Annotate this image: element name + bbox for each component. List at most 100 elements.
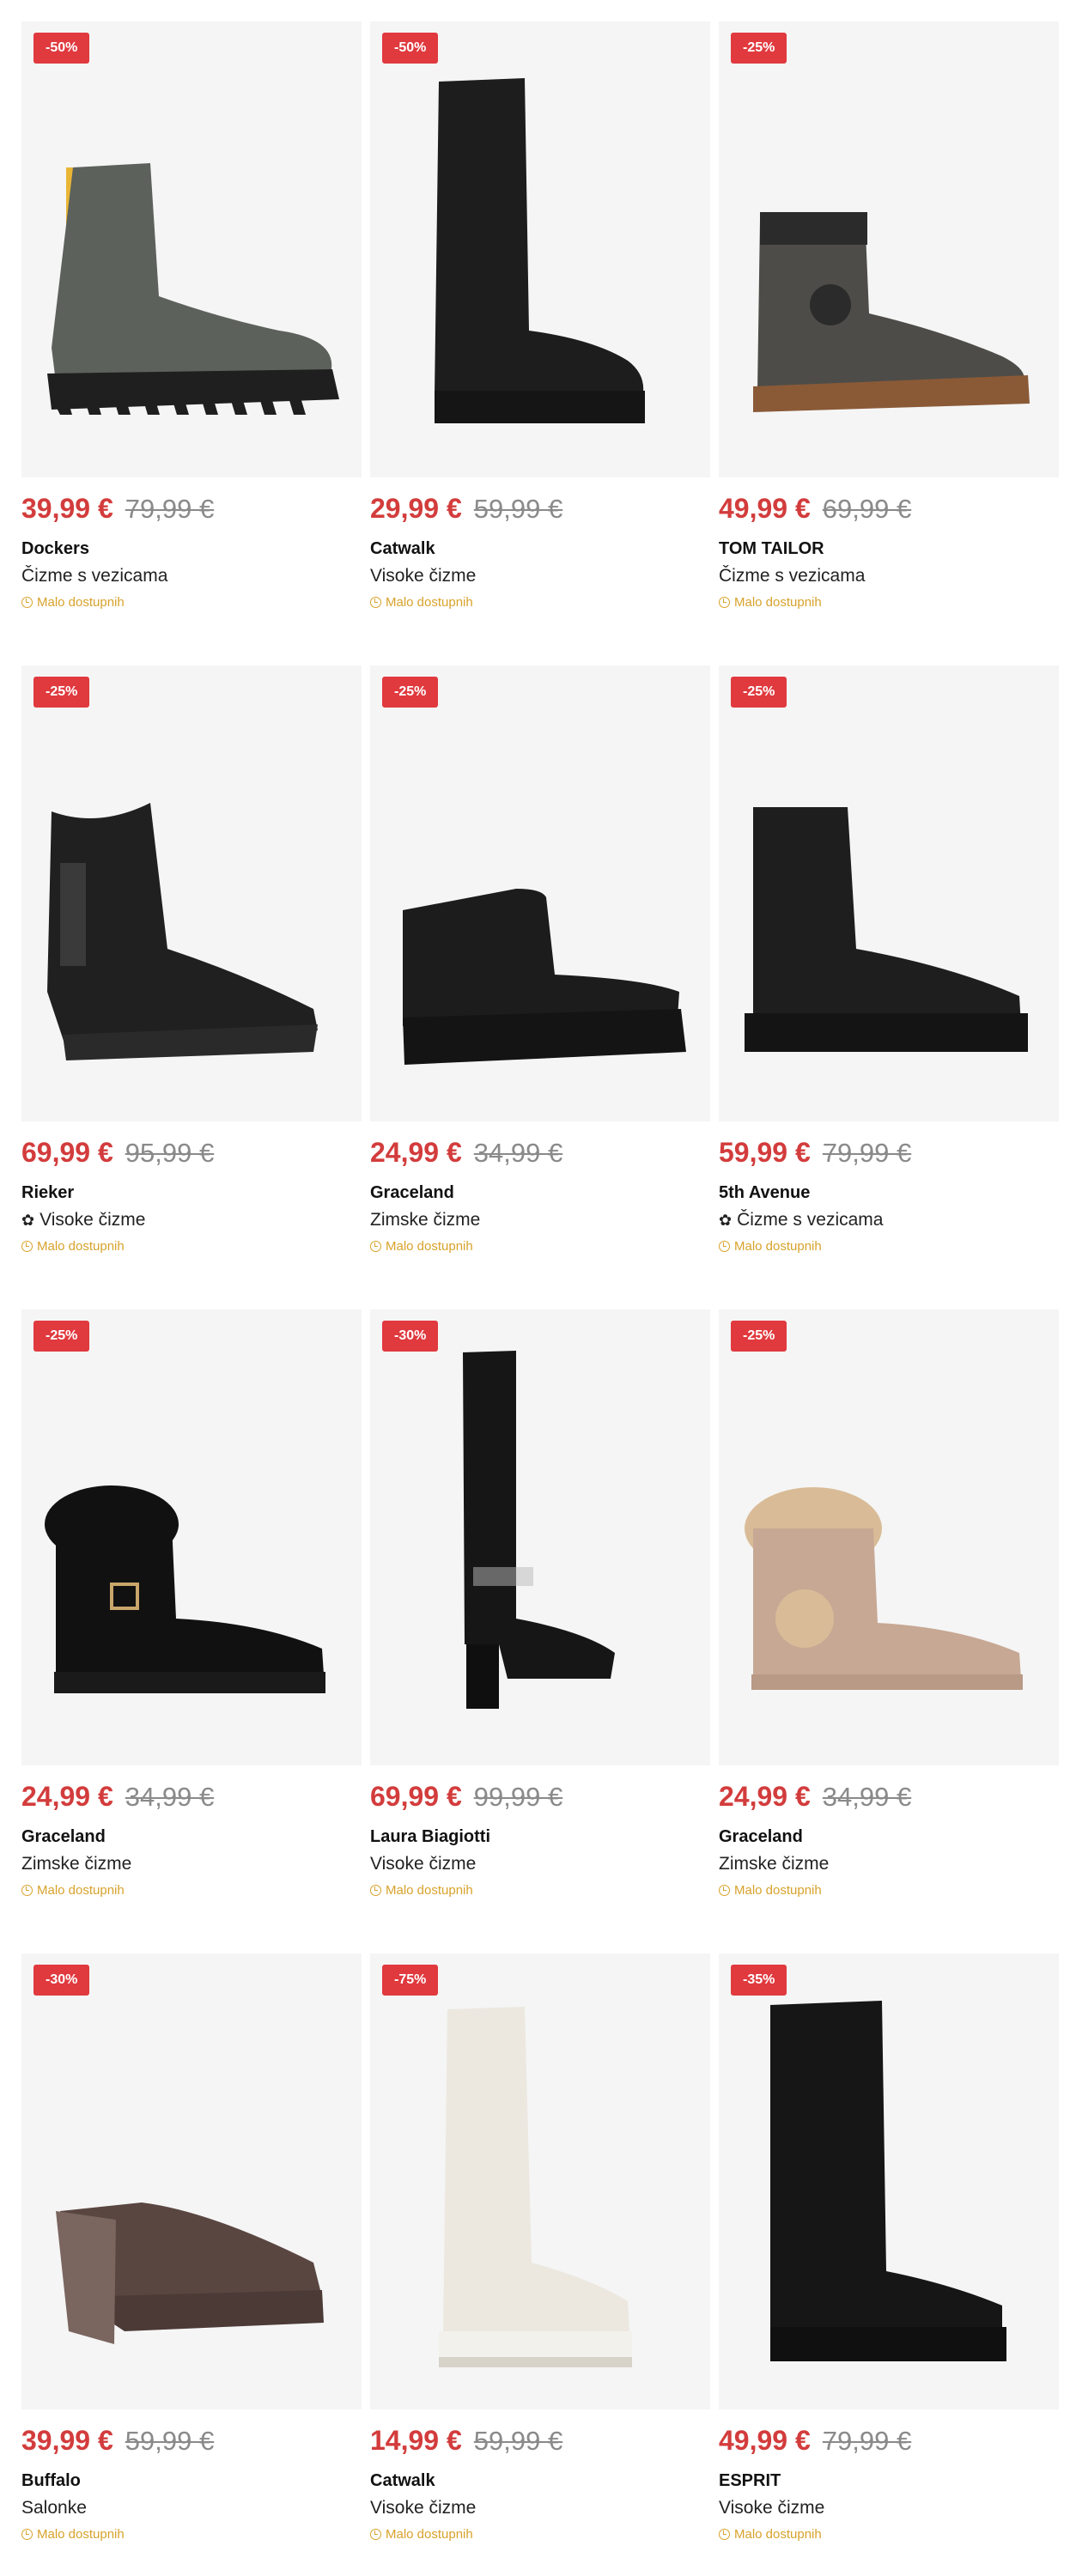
availability: Malo dostupnih bbox=[719, 593, 1059, 611]
product-image[interactable]: -25% bbox=[719, 1309, 1059, 1765]
discount-badge: -25% bbox=[731, 1321, 787, 1352]
product-type: Čizme s vezicama bbox=[21, 564, 362, 588]
product-card[interactable]: -50% 29,99 € 59,99 € Catwalk Visoke čizm… bbox=[370, 21, 710, 643]
product-image[interactable]: -30% bbox=[21, 1953, 362, 2409]
clock-icon bbox=[719, 2528, 730, 2540]
clock-icon bbox=[21, 1240, 33, 1252]
availability-label: Malo dostupnih bbox=[37, 1882, 125, 1898]
product-brand: Rieker bbox=[21, 1183, 75, 1202]
sale-price: 69,99 € bbox=[21, 1137, 113, 1168]
product-card[interactable]: -25% 24,99 € 34,99 € Graceland Zimske či… bbox=[719, 1309, 1059, 1931]
sale-price: 49,99 € bbox=[719, 2425, 811, 2456]
product-card[interactable]: -25% 69,99 € 95,99 € Rieker ✿ Visoke čiz… bbox=[21, 665, 362, 1287]
product-card[interactable]: -30% 39,99 € 59,99 € Buffalo Salonke Mal… bbox=[21, 1953, 362, 2575]
mary-jane-brown-icon bbox=[56, 2202, 324, 2344]
product-type-label: Visoke čizme bbox=[719, 2498, 825, 2518]
product-brand: 5th Avenue bbox=[719, 1183, 811, 1202]
product-image[interactable]: -35% bbox=[719, 1953, 1059, 2409]
original-price: 99,99 € bbox=[473, 1782, 563, 1812]
discount-badge: -35% bbox=[731, 1965, 787, 1996]
product-image[interactable]: -25% bbox=[719, 21, 1059, 477]
platform-bootie-black-icon bbox=[403, 889, 686, 1065]
sale-price: 24,99 € bbox=[370, 1137, 462, 1168]
original-price: 79,99 € bbox=[125, 494, 215, 524]
sale-price: 49,99 € bbox=[719, 493, 811, 524]
discount-badge: -25% bbox=[33, 677, 90, 708]
price-row: 59,99 € 79,99 € bbox=[719, 1137, 1059, 1171]
availability-label: Malo dostupnih bbox=[37, 1238, 125, 1254]
product-image[interactable]: -30% bbox=[370, 1309, 710, 1765]
product-grid: -50% 39,99 € 79,99 € Dockers Čizme s vez… bbox=[21, 21, 1059, 2575]
clock-icon bbox=[719, 1884, 730, 1896]
sale-price: 69,99 € bbox=[370, 1781, 462, 1812]
clock-icon bbox=[21, 596, 33, 608]
product-card[interactable]: -25% 59,99 € 79,99 € 5th Avenue ✿ Čizme … bbox=[719, 665, 1059, 1287]
mid-boot-black-icon bbox=[47, 803, 318, 1060]
price-row: 69,99 € 95,99 € bbox=[21, 1137, 362, 1171]
product-image[interactable]: -75% bbox=[370, 1953, 710, 2409]
availability-label: Malo dostupnih bbox=[734, 2526, 822, 2542]
price-row: 39,99 € 59,99 € bbox=[21, 2425, 362, 2459]
product-type-label: Čizme s vezicama bbox=[719, 566, 866, 586]
product-brand: Catwalk bbox=[370, 539, 435, 558]
original-price: 69,99 € bbox=[822, 494, 912, 524]
product-type: Visoke čizme bbox=[370, 564, 710, 588]
product-type-label: Zimske čizme bbox=[719, 1854, 830, 1874]
product-type-label: Visoke čizme bbox=[40, 1210, 146, 1230]
product-card[interactable]: -35% 49,99 € 79,99 € ESPRIT Visoke čizme… bbox=[719, 1953, 1059, 2575]
product-card[interactable]: -25% 24,99 € 34,99 € Graceland Zimske či… bbox=[370, 665, 710, 1287]
product-card[interactable]: -50% 39,99 € 79,99 € Dockers Čizme s vez… bbox=[21, 21, 362, 643]
sale-price: 39,99 € bbox=[21, 493, 113, 524]
discount-badge: -25% bbox=[382, 677, 439, 708]
original-price: 95,99 € bbox=[125, 1138, 215, 1168]
availability: Malo dostupnih bbox=[719, 2525, 1059, 2543]
original-price: 34,99 € bbox=[473, 1138, 563, 1168]
product-card[interactable]: -30% 69,99 € 99,99 € Laura Biagiotti Vis… bbox=[370, 1309, 710, 1931]
product-image[interactable]: -50% bbox=[370, 21, 710, 477]
eco-flower-icon: ✿ bbox=[719, 1211, 733, 1229]
product-image[interactable]: -25% bbox=[370, 665, 710, 1121]
heel-boot-black-icon bbox=[463, 1351, 615, 1709]
product-image[interactable]: -25% bbox=[719, 665, 1059, 1121]
lace-boot-black-icon bbox=[745, 807, 1028, 1052]
discount-badge: -25% bbox=[731, 677, 787, 708]
availability-label: Malo dostupnih bbox=[386, 1882, 473, 1898]
clock-icon bbox=[370, 2528, 381, 2540]
availability: Malo dostupnih bbox=[21, 1237, 362, 1255]
availability: Malo dostupnih bbox=[719, 1237, 1059, 1255]
product-type-label: Salonke bbox=[21, 2498, 87, 2518]
availability-label: Malo dostupnih bbox=[734, 594, 822, 610]
availability: Malo dostupnih bbox=[370, 1237, 710, 1255]
product-type: Salonke bbox=[21, 2496, 362, 2520]
product-type: Visoke čizme bbox=[370, 1852, 710, 1876]
sale-price: 59,99 € bbox=[719, 1137, 811, 1168]
fur-boot-beige-icon bbox=[745, 1487, 1023, 1690]
product-image[interactable]: -50% bbox=[21, 21, 362, 477]
product-brand: Graceland bbox=[21, 1827, 106, 1846]
price-row: 49,99 € 69,99 € bbox=[719, 493, 1059, 527]
product-brand: Graceland bbox=[370, 1183, 454, 1202]
product-card[interactable]: -75% 14,99 € 59,99 € Catwalk Visoke čizm… bbox=[370, 1953, 710, 2575]
availability: Malo dostupnih bbox=[21, 2525, 362, 2543]
product-image[interactable]: -25% bbox=[21, 665, 362, 1121]
price-row: 14,99 € 59,99 € bbox=[370, 2425, 710, 2459]
clock-icon bbox=[719, 596, 730, 608]
original-price: 59,99 € bbox=[473, 2426, 563, 2456]
product-type: Zimske čizme bbox=[21, 1852, 362, 1876]
product-type-label: Zimske čizme bbox=[21, 1854, 132, 1874]
product-type-label: Visoke čizme bbox=[370, 2498, 477, 2518]
availability-label: Malo dostupnih bbox=[734, 1238, 822, 1254]
product-card[interactable]: -25% 49,99 € 69,99 € TOM TAILOR Čizme s … bbox=[719, 21, 1059, 643]
price-row: 39,99 € 79,99 € bbox=[21, 493, 362, 527]
price-row: 24,99 € 34,99 € bbox=[719, 1781, 1059, 1815]
product-card[interactable]: -25% 24,99 € 34,99 € Graceland Zimske či… bbox=[21, 1309, 362, 1931]
sale-price: 29,99 € bbox=[370, 493, 462, 524]
product-type: Visoke čizme bbox=[719, 2496, 1059, 2520]
tall-boot-black-icon bbox=[435, 78, 645, 423]
availability: Malo dostupnih bbox=[370, 1881, 710, 1899]
clock-icon bbox=[370, 1884, 381, 1896]
product-type: Visoke čizme bbox=[370, 2496, 710, 2520]
product-type: ✿ Čizme s vezicama bbox=[719, 1208, 1059, 1232]
product-image[interactable]: -25% bbox=[21, 1309, 362, 1765]
price-row: 69,99 € 99,99 € bbox=[370, 1781, 710, 1815]
